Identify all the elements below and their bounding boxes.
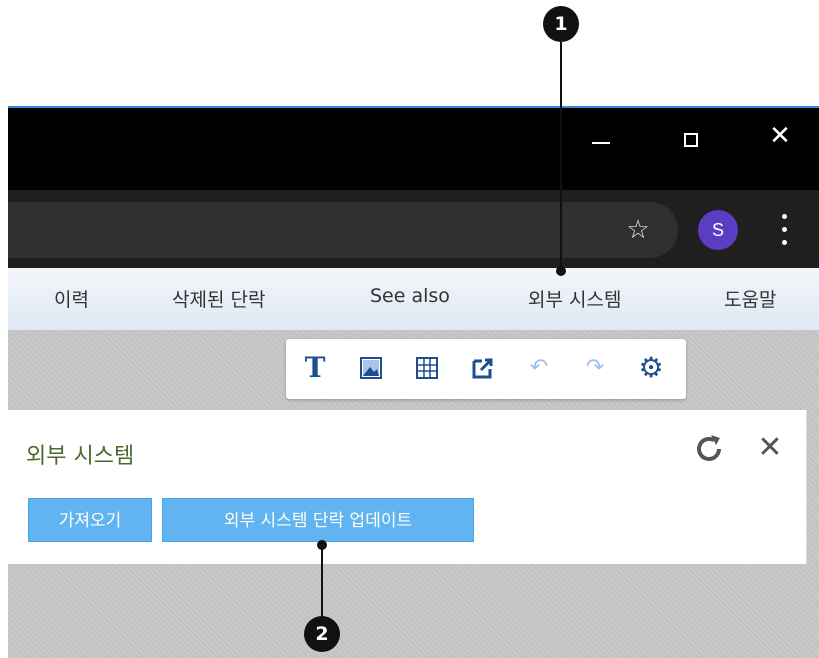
text-icon[interactable]: T	[300, 353, 330, 383]
nav-see-also[interactable]: See also	[370, 285, 450, 307]
maximize-icon	[684, 133, 698, 147]
callout-line-1	[560, 42, 562, 270]
callout-line-2	[321, 545, 323, 617]
address-bar[interactable]: ☆	[8, 202, 678, 258]
image-icon[interactable]	[356, 353, 386, 383]
reload-icon[interactable]	[692, 432, 726, 466]
window-close-button[interactable]: ✕	[760, 116, 800, 156]
page-nav: 이력 삭제된 단락 See also 외부 시스템 도움말	[8, 268, 819, 331]
kebab-menu-icon[interactable]	[772, 212, 796, 248]
minimize-icon	[592, 142, 610, 144]
callout-badge-1: 1	[543, 6, 579, 42]
redo-icon[interactable]: ↷	[580, 353, 610, 383]
undo-icon[interactable]: ↶	[524, 353, 554, 383]
browser-toolbar: ☆ S	[8, 190, 819, 268]
panel-title: 외부 시스템	[26, 444, 135, 469]
nav-help[interactable]: 도움말	[724, 285, 776, 312]
import-button[interactable]: 가져오기	[28, 498, 152, 542]
update-external-paragraph-button[interactable]: 외부 시스템 단락 업데이트	[162, 498, 474, 542]
minimize-button[interactable]	[580, 118, 620, 158]
nav-deleted-paragraphs[interactable]: 삭제된 단락	[172, 285, 265, 312]
profile-avatar[interactable]: S	[698, 210, 738, 250]
callout-badge-2: 2	[304, 616, 340, 652]
nav-external-system[interactable]: 외부 시스템	[528, 285, 621, 312]
table-icon[interactable]	[412, 353, 442, 383]
window-titlebar: ✕	[8, 106, 819, 190]
panel-close-button[interactable]: ✕	[752, 430, 788, 466]
export-icon[interactable]	[468, 353, 498, 383]
editor-toolbar: T ↶ ↷ ⚙	[286, 339, 686, 399]
external-system-panel: 외부 시스템 ✕ 가져오기 외부 시스템 단락 업데이트	[8, 410, 807, 564]
nav-history[interactable]: 이력	[54, 285, 89, 312]
callout-dot-1	[556, 266, 566, 276]
maximize-button[interactable]	[672, 118, 712, 158]
star-icon[interactable]: ☆	[622, 214, 654, 246]
settings-icon[interactable]: ⚙	[636, 353, 666, 383]
